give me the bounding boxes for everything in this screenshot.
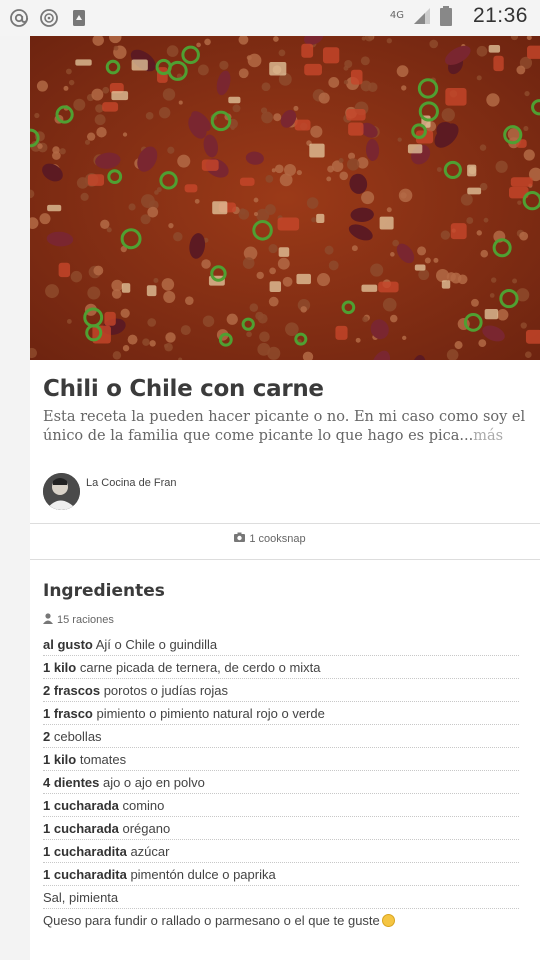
smiley-emoji-icon — [381, 914, 395, 927]
ingredient-list: al gusto Ají o Chile o guindilla 1 kilo … — [43, 633, 519, 932]
person-icon — [43, 613, 53, 627]
servings: 15 raciones — [43, 613, 114, 627]
ingredient-item: 1 cucharada orégano — [43, 817, 519, 840]
ingredient-quantity: al gusto — [43, 637, 93, 652]
ingredient-name: ajo o ajo en polvo — [99, 775, 205, 790]
ingredient-name: pimiento o pimiento natural rojo o verde — [92, 706, 325, 721]
ingredient-name: Sal, pimienta — [43, 890, 119, 905]
author-avatar[interactable] — [43, 473, 80, 510]
ingredient-item: Queso para fundir o rallado o parmesano … — [43, 909, 519, 932]
ingredient-quantity: 4 dientes — [43, 775, 100, 790]
battery-icon — [439, 5, 461, 27]
ingredient-quantity: 2 frascos — [43, 683, 101, 698]
ingredient-item: 2 frascos porotos o judías rojas — [43, 679, 519, 702]
ingredient-item: Sal, pimienta — [43, 886, 519, 909]
cooksnap-link[interactable]: 1 cooksnap — [30, 532, 510, 545]
ingredient-name: carne picada de ternera, de cerdo o mixt… — [76, 660, 321, 675]
ingredient-name: tomates — [76, 752, 127, 767]
at-sign-icon — [8, 7, 30, 29]
status-bar: 4G 21:36 — [0, 0, 540, 36]
ingredient-name: Queso para fundir o rallado o parmesano … — [43, 913, 380, 928]
cooksnap-count: 1 cooksnap — [249, 532, 306, 545]
recycle-icon — [68, 7, 90, 29]
ingredient-item: al gusto Ají o Chile o guindilla — [43, 633, 519, 656]
ingredient-quantity: 1 cucharadita — [43, 844, 127, 859]
clock: 21:36 — [472, 4, 528, 27]
ingredient-item: 1 cucharadita azúcar — [43, 840, 519, 863]
ingredient-item: 1 cucharadita pimentón dulce o paprika — [43, 863, 519, 886]
recipe-page[interactable]: Chili o Chile con carne Esta receta la p… — [30, 36, 540, 960]
ingredient-item: 1 kilo carne picada de ternera, de cerdo… — [43, 656, 519, 679]
ingredient-item: 4 dientes ajo o ajo en polvo — [43, 771, 519, 794]
ingredient-quantity: 1 frasco — [43, 706, 93, 721]
ingredient-item: 1 kilo tomates — [43, 748, 519, 771]
divider — [30, 523, 540, 524]
ingredient-name: azúcar — [126, 844, 170, 859]
ingredient-item: 2 cebollas — [43, 725, 519, 748]
ingredient-quantity: 1 kilo — [43, 660, 77, 675]
ingredient-item: 1 frasco pimiento o pimiento natural roj… — [43, 702, 519, 725]
ingredient-quantity: 1 cucharada — [43, 798, 119, 813]
ingredient-name: Ají o Chile o guindilla — [92, 637, 218, 652]
ingredient-name: pimentón dulce o paprika — [126, 867, 276, 882]
sync-notification-icon — [38, 7, 60, 29]
chili-photo — [30, 36, 540, 360]
left-margin — [0, 36, 30, 960]
recipe-title: Chili o Chile con carne — [43, 376, 324, 402]
servings-count: 15 raciones — [57, 614, 114, 626]
ingredient-item: 1 cucharada comino — [43, 794, 519, 817]
read-more-link[interactable]: más — [473, 428, 503, 444]
divider — [30, 559, 540, 560]
ingredient-name: porotos o judías rojas — [100, 683, 228, 698]
ingredient-quantity: 1 kilo — [43, 752, 77, 767]
camera-icon — [234, 532, 246, 545]
ingredients-heading: Ingredientes — [43, 581, 165, 601]
author-name[interactable]: La Cocina de Fran — [86, 477, 177, 489]
network-type: 4G — [389, 10, 404, 21]
ingredient-quantity: 1 cucharada — [43, 821, 119, 836]
recipe-photo[interactable] — [30, 36, 540, 360]
recipe-description: Esta receta la pueden hacer picante o no… — [43, 408, 533, 446]
ingredient-name: orégano — [118, 821, 171, 836]
signal-icon — [411, 5, 433, 27]
description-text: Esta receta la pueden hacer picante o no… — [43, 409, 526, 444]
author-block[interactable]: La Cocina de Fran — [43, 473, 177, 510]
ingredient-name: comino — [118, 798, 165, 813]
ingredient-quantity: 1 cucharadita — [43, 867, 127, 882]
ingredient-name: cebollas — [50, 729, 102, 744]
